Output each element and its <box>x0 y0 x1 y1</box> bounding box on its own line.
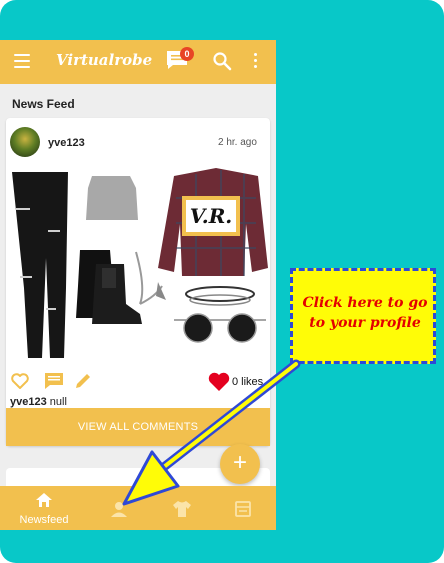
screenshot-canvas: Virtualrobe 0 News Feed yve123 2 hr. ago <box>0 0 444 563</box>
pointer-arrow <box>122 359 301 506</box>
